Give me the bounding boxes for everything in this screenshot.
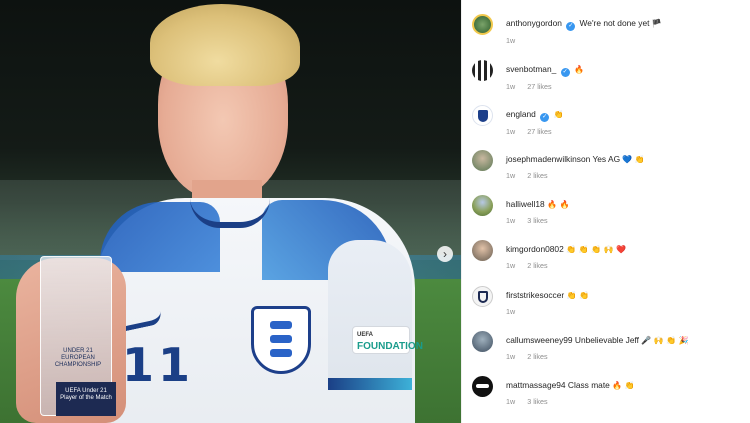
- flag-emoji: 🏴: [651, 19, 662, 28]
- crest-lion-2: [270, 335, 292, 343]
- comment-emoji: 👏 👏 👏 🙌 ❤️: [566, 245, 627, 254]
- crest-lion-1: [270, 321, 292, 329]
- england-crest-icon: [251, 306, 311, 374]
- comment-likes[interactable]: 2 likes: [527, 261, 547, 270]
- logo-icon: [476, 384, 489, 388]
- comment-row: callumsweeney99 Unbelievable Jeff 🎤 🙌 👏 …: [462, 331, 750, 375]
- shirt-number: 11: [122, 338, 195, 392]
- commenter-avatar[interactable]: [472, 331, 493, 352]
- comment-time: 1w: [506, 216, 516, 225]
- verified-icon: ✓: [560, 68, 570, 77]
- comment-username[interactable]: svenbotman_: [506, 64, 556, 74]
- comment-username[interactable]: mattmassage94: [506, 380, 566, 390]
- comment-username[interactable]: callumsweeney99: [506, 335, 573, 345]
- comments-panel: anthonygordon ✓ We're not done yet 🏴 1w …: [461, 0, 750, 423]
- comment-emoji: 💙 👏: [622, 155, 645, 164]
- post-caption: anthonygordon ✓ We're not done yet 🏴 1w: [462, 14, 750, 58]
- comment-username[interactable]: halliwell18: [506, 199, 545, 209]
- comment-emoji: 🔥 🔥: [546, 200, 570, 209]
- commenter-avatar[interactable]: [472, 286, 493, 307]
- comment-likes[interactable]: 27 likes: [527, 127, 551, 136]
- trophy-base: UEFA Under 21 Player of the Match: [56, 382, 116, 416]
- england-badge-icon: [478, 110, 488, 122]
- commenter-avatar[interactable]: [472, 105, 493, 126]
- comment-emoji: 👏 👏: [566, 291, 589, 300]
- patch-text: FOUNDATION: [357, 341, 423, 352]
- trophy-text: UNDER 21 EUROPEAN CHAMPIONSHIP: [54, 348, 102, 368]
- shield-icon: [478, 291, 488, 303]
- verified-icon: ✓: [566, 22, 576, 31]
- comment-row: josephmadenwilkinson Yes AG 💙 👏 1w 2 lik…: [462, 150, 750, 194]
- author-avatar[interactable]: [472, 14, 493, 35]
- comment-username[interactable]: firststrikesoccer: [506, 290, 564, 300]
- comment-emoji: 🎤 🙌 👏 🎉: [641, 336, 689, 345]
- caption-time: 1w: [506, 36, 516, 45]
- comment-emoji: 🔥: [573, 65, 584, 74]
- crest-lion-3: [270, 349, 292, 357]
- comment-username[interactable]: kimgordon0802: [506, 244, 564, 254]
- jersey-sleeve: [328, 240, 412, 390]
- comment-likes[interactable]: 3 likes: [527, 216, 547, 225]
- player-hair: [150, 4, 300, 86]
- comment-text: Class mate: [567, 380, 610, 390]
- comment-username[interactable]: josephmadenwilkinson: [506, 154, 590, 164]
- comment-time: 1w: [506, 352, 516, 361]
- comment-time: 1w: [506, 127, 516, 136]
- comment-emoji: 🔥 👏: [612, 381, 635, 390]
- comment-likes[interactable]: 2 likes: [527, 352, 547, 361]
- comment-text: Unbelievable Jeff: [574, 335, 640, 345]
- comment-time: 1w: [506, 171, 516, 180]
- comment-time: 1w: [506, 307, 516, 316]
- commenter-avatar[interactable]: [472, 376, 493, 397]
- uefa-foundation-patch: UEFA FOUNDATION: [352, 326, 423, 354]
- next-photo-button[interactable]: ›: [437, 246, 453, 262]
- comment-row: kimgordon0802 👏 👏 👏 🙌 ❤️ 1w 2 likes: [462, 240, 750, 284]
- comment-time: 1w: [506, 82, 516, 91]
- commenter-avatar[interactable]: [472, 60, 493, 81]
- post-photo[interactable]: 11 UEFA FOUNDATION UNDER 21 EUROPEAN CHA…: [0, 0, 461, 423]
- comment-row: firststrikesoccer 👏 👏 1w: [462, 286, 750, 330]
- comment-emoji: 👏: [553, 110, 564, 119]
- patch-small-text: UEFA: [357, 332, 374, 338]
- comment-username[interactable]: england: [506, 109, 536, 119]
- comment-likes[interactable]: 2 likes: [527, 171, 547, 180]
- caption-username[interactable]: anthonygordon: [506, 18, 562, 28]
- comment-time: 1w: [506, 261, 516, 270]
- comment-likes[interactable]: 3 likes: [527, 397, 547, 406]
- comment-row: svenbotman_ ✓ 🔥 1w 27 likes: [462, 60, 750, 104]
- caption-text: We're not done yet: [579, 18, 650, 28]
- comment-row: halliwell18 🔥 🔥 1w 3 likes: [462, 195, 750, 239]
- verified-icon: ✓: [540, 113, 550, 122]
- comment-text: Yes AG: [592, 154, 621, 164]
- comment-row: england ✓ 👏 1w 27 likes: [462, 105, 750, 149]
- sleeve-band: [328, 378, 412, 390]
- commenter-avatar[interactable]: [472, 195, 493, 216]
- comment-row: mattmassage94 Class mate 🔥 👏 1w 3 likes: [462, 376, 750, 420]
- comment-time: 1w: [506, 397, 516, 406]
- comment-likes[interactable]: 27 likes: [527, 82, 551, 91]
- commenter-avatar[interactable]: [472, 240, 493, 261]
- commenter-avatar[interactable]: [472, 150, 493, 171]
